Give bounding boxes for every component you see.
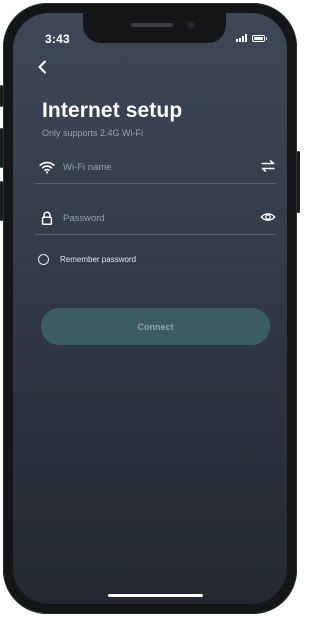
password-input[interactable] [63, 208, 243, 228]
page-title: Internet setup [42, 99, 183, 122]
remember-password-option[interactable]: Remember password [38, 254, 136, 265]
remember-radio[interactable] [38, 254, 49, 265]
password-field [35, 204, 276, 235]
swap-arrows-icon[interactable] [260, 158, 276, 174]
connect-button[interactable]: Connect [41, 308, 270, 345]
chevron-left-icon [38, 60, 46, 74]
signal-icon [236, 34, 247, 42]
wifi-name-field [35, 153, 276, 184]
mute-switch [0, 85, 3, 107]
wifi-icon [39, 161, 55, 174]
wifi-name-input[interactable] [63, 157, 243, 177]
notch [83, 13, 226, 43]
eye-icon[interactable] [260, 209, 276, 225]
speaker-grille [131, 23, 173, 27]
power-button [297, 151, 300, 213]
back-button[interactable] [34, 58, 52, 76]
lock-icon [41, 211, 53, 225]
volume-down-button [0, 181, 3, 221]
phone-frame: 3:43 Internet setup Only supports 2.4G W… [0, 3, 300, 614]
page-subtitle: Only supports 2.4G Wi-Fi [42, 128, 144, 138]
front-camera [187, 21, 195, 29]
app-screen: 3:43 Internet setup Only supports 2.4G W… [13, 13, 287, 604]
status-time: 3:43 [45, 32, 70, 46]
remember-label: Remember password [60, 255, 137, 264]
home-indicator[interactable] [108, 594, 203, 597]
status-icons [236, 34, 267, 42]
volume-up-button [0, 128, 3, 168]
battery-icon [252, 34, 267, 42]
